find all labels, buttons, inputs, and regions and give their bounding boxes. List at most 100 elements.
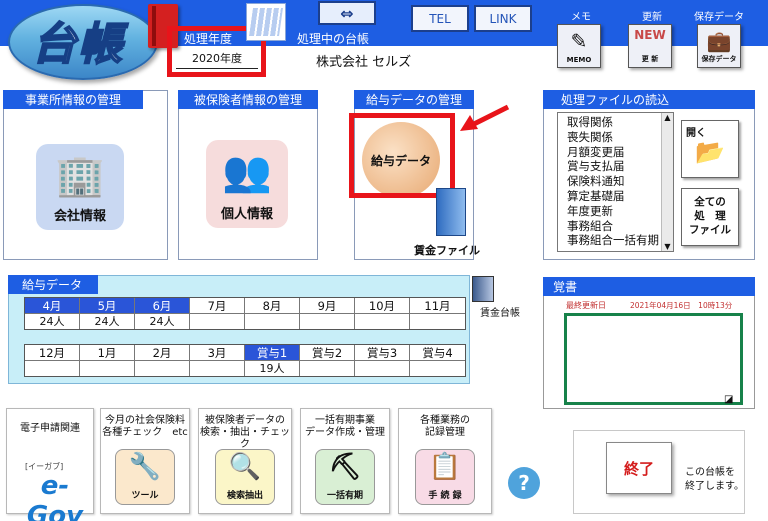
file-list-item[interactable]: 取得関係 (567, 115, 673, 130)
headcount-value (190, 314, 244, 329)
memo-button[interactable]: ✎ MEMO (557, 24, 601, 68)
list-scrollbar[interactable]: ▲ ▼ (661, 113, 673, 251)
folder-icon: 📂 (695, 138, 725, 166)
calendar-icon[interactable] (246, 3, 286, 41)
company-info-button[interactable]: 🏢 会社情報 (36, 144, 124, 230)
month-cell[interactable]: 9月 (300, 298, 355, 329)
wage-file-label[interactable]: 賃金ファイル (414, 242, 480, 258)
memo-title: 覚書 (543, 277, 755, 296)
month-cell[interactable]: 7月 (190, 298, 245, 329)
procedure-record-label: 手 続 録 (428, 491, 462, 501)
lump-sum-button[interactable]: ⛏ 一括有期 (315, 449, 375, 505)
office-panel-title: 事業所情報の管理 (3, 90, 143, 109)
month-cell[interactable]: 8月 (245, 298, 300, 329)
headcount-value (355, 361, 409, 376)
month-cell[interactable]: 賞与3 (355, 345, 410, 376)
help-icon[interactable]: ? (508, 467, 540, 499)
month-cell[interactable]: 賞与1 19人 (245, 345, 300, 376)
month-cell[interactable]: 10月 (355, 298, 410, 329)
month-cell[interactable]: 賞与4 (410, 345, 465, 376)
search-tool: 被保険者データの 検索・抽出・チェック 🔍 検索抽出 (198, 408, 292, 514)
month-cell[interactable]: 6月 24人 (135, 298, 190, 329)
memo-label: メモ (571, 12, 591, 23)
file-list-item[interactable]: 算定基礎届 (567, 189, 673, 204)
file-list-item[interactable]: 喪失関係 (567, 130, 673, 145)
search-title: 被保険者データの 検索・抽出・チェック (200, 415, 290, 450)
update-button[interactable]: NEW 更 新 (628, 24, 672, 68)
headcount-value (300, 361, 354, 376)
pencil-icon: ✎ (570, 29, 588, 53)
wage-ledger-label[interactable]: 賃金台帳 (480, 304, 520, 319)
save-data-button[interactable]: 💼 保存データ (697, 24, 741, 68)
month-label: 1月 (80, 345, 134, 361)
headcount-value: 24人 (94, 315, 120, 328)
file-list-item[interactable]: 事務組合 (567, 219, 673, 234)
eraser-icon[interactable]: ◪ (724, 394, 733, 405)
headcount-value (355, 314, 409, 329)
month-cell[interactable]: 2月 (135, 345, 190, 376)
month-cell[interactable]: 5月 24人 (80, 298, 135, 329)
insured-panel-title: 被保険者情報の管理 (178, 90, 318, 109)
social-insurance-tool: 今月の社会保険料 各種チェック etc 🔧 ツール (100, 408, 190, 514)
open-button[interactable]: 開く 📂 (681, 120, 739, 178)
briefcase-icon: 💼 (706, 29, 732, 53)
month-label: 3月 (190, 345, 244, 361)
headcount-value (410, 314, 465, 329)
month-label: 賞与1 (245, 345, 299, 361)
company-info-label: 会社情報 (53, 209, 106, 224)
headcount-value (410, 361, 465, 376)
search-extract-button[interactable]: 🔍 検索抽出 (215, 449, 275, 505)
exit-note: この台帳を 終了します。 (685, 467, 744, 492)
binder-icon[interactable] (436, 188, 466, 236)
month-label: 賞与3 (355, 345, 409, 361)
headcount-value (245, 314, 299, 329)
personal-info-button[interactable]: 👥 個人情報 (206, 140, 288, 228)
update-icon-text: 更 新 (641, 55, 659, 63)
file-list-item[interactable]: 事務組合一括有期 (567, 233, 673, 248)
headcount-value (25, 361, 79, 376)
months-row-2: 12月 1月 2月 3月 賞与1 19人 賞与2 賞与3 賞与4 (24, 344, 466, 377)
month-label: 2月 (135, 345, 189, 361)
company-name: 株式会社 セルズ (316, 55, 412, 70)
lump-sum-tool: 一括有期事業 データ作成・管理 ⛏ 一括有期 (300, 408, 390, 514)
file-list-item[interactable]: 月額変更届 (567, 145, 673, 160)
file-list-item[interactable]: 年度更新 (567, 204, 673, 219)
social-tool-button[interactable]: 🔧 ツール (115, 449, 175, 505)
memo-textarea[interactable] (564, 313, 743, 405)
month-label: 9月 (300, 298, 354, 314)
lump-sum-label: 一括有期 (326, 491, 363, 501)
document-icon: 📋 (428, 452, 462, 482)
personal-info-label: 個人情報 (220, 207, 273, 222)
month-cell[interactable]: 4月 24人 (25, 298, 80, 329)
exit-button[interactable]: 終了 (606, 442, 672, 494)
social-tool-label: ツール (131, 491, 159, 501)
month-label: 6月 (135, 298, 189, 314)
current-ledger-label: 処理中の台帳 (297, 32, 370, 46)
all-files-button[interactable]: 全ての 処 理 ファイル (681, 188, 739, 246)
headcount-value (190, 361, 244, 376)
month-cell[interactable]: 賞与2 (300, 345, 355, 376)
month-cell[interactable]: 3月 (190, 345, 245, 376)
process-file-list[interactable]: 取得関係 喪失関係 月額変更届 賞与支払届 保険料通知 算定基礎届 年度更新 事務組合 事務組合… (557, 112, 674, 252)
month-cell[interactable]: 1月 (80, 345, 135, 376)
highlight-salary-data (349, 113, 455, 198)
building-icon: 🏢 (55, 153, 105, 199)
procedure-record-button[interactable]: 📋 手 続 録 (415, 449, 475, 505)
egov-tool[interactable]: 電子申請関連 [イーガブ] e-Gov (6, 408, 94, 521)
egov-logo[interactable]: e-Gov (17, 471, 93, 521)
month-label: 11月 (410, 298, 465, 314)
month-cell[interactable]: 11月 (410, 298, 465, 329)
month-label: 12月 (25, 345, 79, 361)
ledger-book-icon[interactable] (472, 276, 494, 302)
file-panel-title: 処理ファイルの読込 (543, 90, 755, 109)
month-cell[interactable]: 12月 (25, 345, 80, 376)
tel-button[interactable]: TEL (411, 5, 469, 32)
egov-title: 電子申請関連 (20, 423, 80, 434)
link-button[interactable]: LINK (474, 5, 532, 32)
switch-arrow-button[interactable]: ⇔ (318, 1, 376, 25)
headcount-value (135, 361, 189, 376)
headcount-value: 24人 (39, 315, 65, 328)
file-list-item[interactable]: 保険料通知 (567, 174, 673, 189)
month-label: 7月 (190, 298, 244, 314)
file-list-item[interactable]: 賞与支払届 (567, 159, 673, 174)
